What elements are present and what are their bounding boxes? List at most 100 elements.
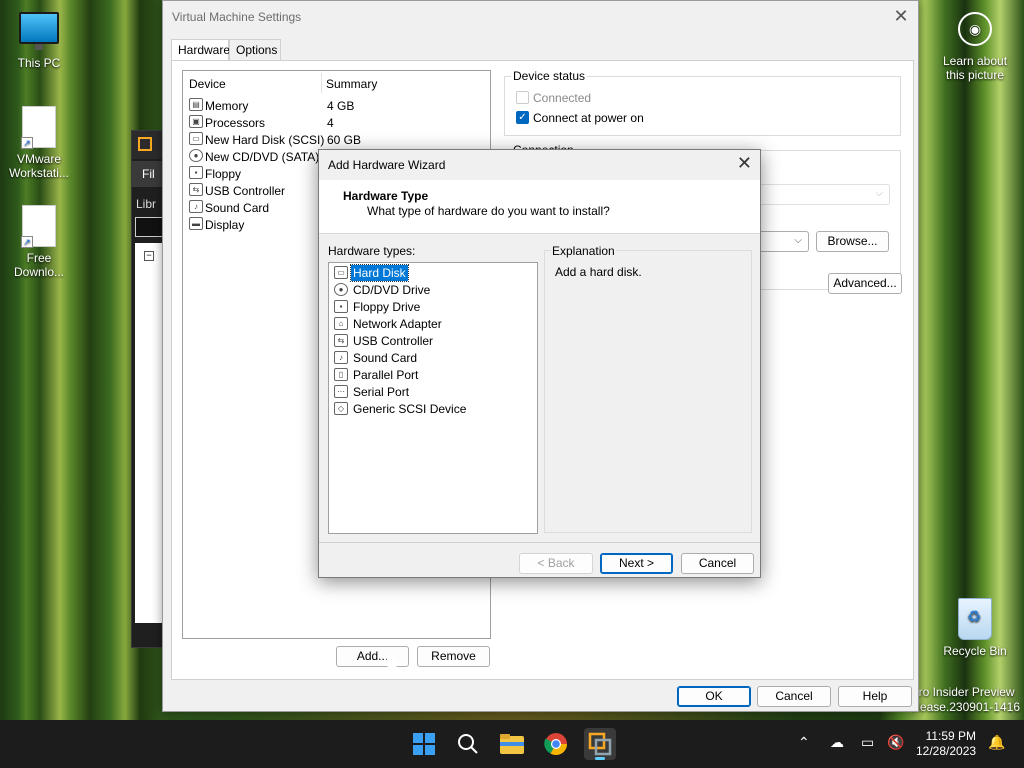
ok-button[interactable]: OK	[677, 686, 751, 707]
network-icon: ⌂	[334, 317, 348, 330]
desktop-icon-label: This PC	[17, 56, 61, 70]
parallel-port-icon: ▯	[334, 368, 348, 381]
learn-about-picture[interactable]: ◉ Learn about this picture	[940, 12, 1010, 82]
this-pc-icon	[19, 12, 59, 50]
cd-dvd-icon: ●	[189, 149, 203, 162]
search-icon[interactable]	[452, 728, 484, 760]
library-label: Libr	[136, 197, 157, 211]
network-off-icon[interactable]: ☁	[830, 734, 844, 751]
display-icon: ▬	[189, 217, 203, 230]
library-tree[interactable]: −	[135, 243, 163, 623]
vmware-logo-icon	[138, 137, 152, 151]
device-name: Floppy	[205, 167, 242, 181]
back-button[interactable]: < Back	[519, 553, 593, 574]
hard-disk-icon: ▭	[189, 132, 203, 145]
connect-at-power-on-checkbox[interactable]: ✓	[516, 111, 529, 124]
tab-options[interactable]: Options	[229, 39, 281, 61]
device-name: USB Controller	[205, 184, 286, 198]
wizard-heading: Hardware Type	[343, 189, 429, 203]
column-divider	[321, 73, 322, 93]
volume-muted-icon[interactable]: 🔇	[887, 734, 904, 751]
hardware-type-label: Sound Card	[353, 351, 418, 365]
desktop-icon-vmware[interactable]: ↗ VMware Workstati...	[1, 106, 77, 180]
learn-about-picture-label: Learn about this picture	[942, 54, 1008, 82]
device-name: Sound Card	[205, 201, 270, 215]
vmware-background-window[interactable]: Fil Libr −	[131, 130, 164, 648]
library-search-input[interactable]	[135, 217, 163, 237]
cd-dvd-icon: ●	[334, 283, 348, 296]
explanation-group: Explanation Add a hard disk.	[544, 244, 752, 533]
cancel-button[interactable]: Cancel	[757, 686, 831, 707]
device-summary: 60 GB	[327, 133, 362, 147]
summary-column-header[interactable]: Summary	[326, 77, 377, 91]
chevron-up-icon[interactable]: ⌃	[798, 734, 810, 751]
device-name: New CD/DVD (SATA)	[205, 150, 320, 164]
close-icon[interactable]: ✕	[890, 5, 912, 27]
device-status-group: Device status Connected ✓ Connect at pow…	[504, 69, 901, 136]
close-icon[interactable]: ✕	[737, 153, 752, 174]
clock-date: 12/28/2023	[916, 744, 977, 758]
connected-label: Connected	[533, 91, 592, 105]
device-name: Processors	[205, 116, 266, 130]
next-button[interactable]: Next >	[600, 553, 673, 574]
device-status-label: Device status	[511, 69, 588, 83]
connect-at-power-on-label: Connect at power on	[533, 111, 644, 125]
wizard-title: Add Hardware Wizard	[328, 158, 446, 172]
device-name: New Hard Disk (SCSI)	[205, 133, 325, 147]
wizard-cancel-button[interactable]: Cancel	[681, 553, 754, 574]
watermark-line2: elease.230901-1416	[910, 700, 1020, 714]
help-button[interactable]: Help	[838, 686, 912, 707]
device-summary: 4 GB	[327, 99, 355, 113]
start-icon[interactable]	[408, 728, 440, 760]
desktop-icon-this-pc[interactable]: This PC	[1, 12, 77, 70]
taskbar-clock[interactable]: 11:59 PM 12/28/2023	[916, 729, 976, 759]
hardware-type-label: Floppy Drive	[353, 300, 421, 314]
taskbar: ⌃ ☁ ▭ 🔇 11:59 PM 12/28/2023 🔔	[0, 720, 1024, 768]
physical-drive-dropdown[interactable]: ⌵	[755, 184, 890, 205]
memory-icon: ▤	[189, 98, 203, 111]
device-summary: 4	[327, 116, 334, 130]
file-explorer-icon[interactable]	[496, 728, 528, 760]
browse-button[interactable]: Browse...	[816, 231, 889, 252]
hardware-type-label: Hard Disk	[350, 264, 409, 282]
floppy-icon: ▪	[189, 166, 203, 179]
hardware-types-list[interactable]: ▭ Hard Disk ● CD/DVD Drive ▪ Floppy Driv…	[328, 262, 538, 534]
desktop-icon-recycle-bin[interactable]: ♻ Recycle Bin	[937, 598, 1013, 658]
tab-hardware[interactable]: Hardware	[171, 39, 230, 62]
advanced-button[interactable]: Advanced...	[828, 273, 902, 294]
explanation-label: Explanation	[551, 244, 616, 258]
notification-bell-icon[interactable]: 🔔	[988, 734, 1005, 751]
usb-icon: ⇆	[334, 334, 348, 347]
clock-time: 11:59 PM	[925, 729, 977, 743]
display-tray-icon[interactable]: ▭	[861, 734, 874, 751]
desktop-icon-label: VMware Workstati...	[9, 152, 69, 180]
device-name: Display	[205, 218, 245, 232]
iso-path-dropdown[interactable]: ⌵	[755, 231, 809, 252]
device-name: Memory	[205, 99, 249, 113]
file-menu[interactable]: Fil	[132, 161, 164, 187]
chrome-icon[interactable]	[540, 728, 572, 760]
sound-icon: ♪	[334, 351, 348, 364]
floppy-icon: ▪	[334, 300, 348, 313]
wizard-header: Hardware Type What type of hardware do y…	[319, 180, 760, 234]
hardware-type-label: Network Adapter	[353, 317, 442, 331]
file-shortcut-icon: ↗	[21, 106, 56, 149]
device-row-memory[interactable]: ▤ Memory 4 GB	[187, 97, 487, 114]
window-title: Virtual Machine Settings	[172, 10, 302, 24]
remove-button[interactable]: Remove	[417, 646, 490, 667]
device-column-header[interactable]: Device	[189, 77, 226, 91]
hardware-type-label: Generic SCSI Device	[353, 402, 467, 416]
desktop-icon-free-download[interactable]: ↗ Free Downlo...	[1, 205, 77, 279]
device-row-hard-disk[interactable]: ▭ New Hard Disk (SCSI) 60 GB	[187, 131, 487, 148]
add-hardware-wizard-dialog[interactable]: Add Hardware Wizard ✕ Hardware Type What…	[318, 149, 761, 578]
hardware-type-label: USB Controller	[353, 334, 434, 348]
chevron-down-icon: ⌵	[794, 235, 802, 246]
collapse-icon[interactable]: −	[144, 251, 154, 261]
connected-checkbox[interactable]	[516, 91, 529, 104]
vmware-icon[interactable]	[584, 728, 616, 760]
device-row-processors[interactable]: ▣ Processors 4	[187, 114, 487, 131]
hard-disk-icon: ▭	[334, 266, 348, 279]
usb-icon: ⇆	[189, 183, 203, 196]
wizard-subheading: What type of hardware do you want to ins…	[367, 204, 610, 218]
processor-icon: ▣	[189, 115, 203, 128]
